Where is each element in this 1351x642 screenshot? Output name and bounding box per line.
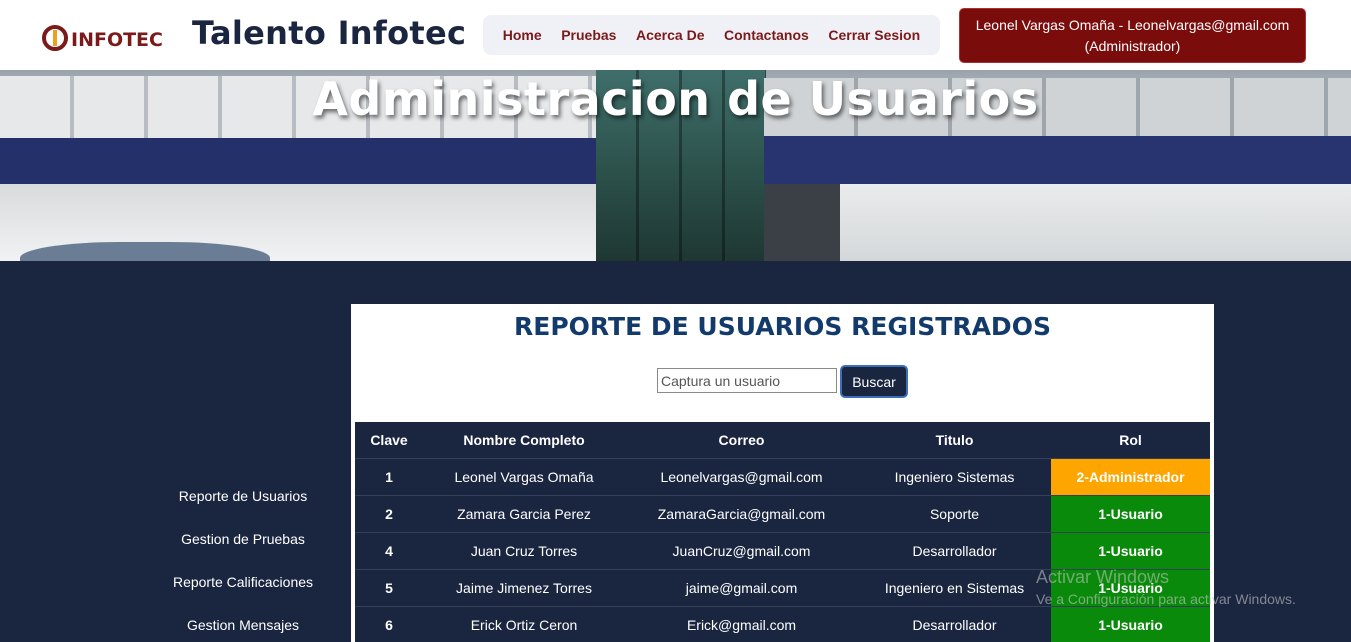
nav-pruebas[interactable]: Pruebas: [561, 27, 616, 43]
report-title: REPORTE DE USUARIOS REGISTRADOS: [514, 312, 1051, 341]
nav-cerrar-sesion[interactable]: Cerrar Sesion: [828, 27, 920, 43]
cell-clave: 4: [385, 543, 393, 559]
column-header-correo: Correo: [718, 432, 765, 448]
sidebar-item-gestion-pruebas[interactable]: Gestion de Pruebas: [150, 521, 336, 564]
cell-correo: Leonelvargas@gmail.com: [660, 469, 823, 485]
cell-titulo: Desarrollador: [912, 617, 997, 633]
column-header-rol: Rol: [1119, 432, 1142, 448]
column-header-titulo: Titulo: [935, 432, 974, 448]
cell-nombre: Zamara Garcia Perez: [457, 506, 591, 522]
cell-clave: 2: [385, 506, 393, 522]
sidebar-item-reporte-usuarios[interactable]: Reporte de Usuarios: [150, 478, 336, 521]
windows-watermark-title: Activar Windows: [1036, 567, 1170, 587]
role-badge: 1-Usuario: [1051, 533, 1210, 569]
cell-correo: JuanCruz@gmail.com: [672, 543, 811, 559]
cell-clave: 1: [385, 469, 393, 485]
role-badge: 1-Usuario: [1051, 496, 1210, 532]
main-nav: Home Pruebas Acerca De Contactanos Cerra…: [483, 15, 940, 55]
cell-titulo: Ingeniero Sistemas: [894, 469, 1015, 485]
page-title: Administracion de Usuarios: [312, 72, 1039, 126]
top-bar: INFOTEC Talento Infotec Home Pruebas Ace…: [0, 0, 1351, 70]
table-row[interactable]: 4 Juan Cruz Torres JuanCruz@gmail.com De…: [355, 533, 1210, 570]
sidebar-item-gestion-mensajes[interactable]: Gestion Mensajes: [150, 607, 336, 642]
cell-titulo: Ingeniero en Sistemas: [884, 580, 1025, 596]
table-row[interactable]: 2 Zamara Garcia Perez ZamaraGarcia@gmail…: [355, 496, 1210, 533]
nav-home[interactable]: Home: [503, 27, 542, 43]
cell-correo: ZamaraGarcia@gmail.com: [657, 506, 826, 522]
column-header-nombre: Nombre Completo: [463, 432, 585, 448]
cell-nombre: Erick Ortiz Ceron: [470, 617, 578, 633]
nav-acerca-de[interactable]: Acerca De: [636, 27, 705, 43]
role-badge: 1-Usuario: [1051, 607, 1210, 642]
windows-watermark-subtitle: Ve a Configuración para activar Windows.: [1036, 591, 1296, 607]
cell-titulo: Desarrollador: [912, 543, 997, 559]
hero-dark-section: [764, 184, 840, 261]
cell-clave: 6: [385, 617, 393, 633]
cell-titulo: Soporte: [929, 506, 980, 522]
nav-contactanos[interactable]: Contactanos: [724, 27, 809, 43]
search-button[interactable]: Buscar: [840, 365, 908, 398]
hero-band-right: [764, 136, 1351, 184]
sidebar: Reporte de Usuarios Gestion de Pruebas R…: [150, 478, 336, 642]
infotec-logo[interactable]: INFOTEC: [42, 22, 182, 54]
table-header: Clave Nombre Completo Correo Titulo Rol: [355, 422, 1210, 459]
user-role: (Administrador): [1084, 38, 1181, 54]
hero-canopy: [20, 242, 270, 261]
column-header-clave: Clave: [370, 432, 408, 448]
hero-wall-right: [840, 184, 1351, 261]
user-name-email: Leonel Vargas Omaña - Leonelvargas@gmail…: [975, 17, 1290, 33]
cell-nombre: Juan Cruz Torres: [470, 543, 578, 559]
users-table: Clave Nombre Completo Correo Titulo Rol …: [355, 422, 1210, 642]
cell-clave: 5: [385, 580, 393, 596]
hero-band-left: [0, 138, 600, 184]
sidebar-item-reporte-calificaciones[interactable]: Reporte Calificaciones: [150, 564, 336, 607]
search-input[interactable]: [657, 368, 837, 393]
role-badge: 2-Administrador: [1051, 459, 1210, 495]
cell-nombre: Leonel Vargas Omaña: [454, 469, 594, 485]
table-row[interactable]: 6 Erick Ortiz Ceron Erick@gmail.com Desa…: [355, 607, 1210, 642]
user-info-box[interactable]: Leonel Vargas Omaña - Leonelvargas@gmail…: [959, 8, 1306, 63]
cell-correo: Erick@gmail.com: [686, 617, 797, 633]
cell-nombre: Jaime Jimenez Torres: [456, 580, 592, 596]
svg-text:INFOTEC: INFOTEC: [71, 29, 163, 51]
brand-title: Talento Infotec: [192, 14, 467, 52]
cell-correo: jaime@gmail.com: [685, 580, 798, 596]
table-row[interactable]: 1 Leonel Vargas Omaña Leonelvargas@gmail…: [355, 459, 1210, 496]
